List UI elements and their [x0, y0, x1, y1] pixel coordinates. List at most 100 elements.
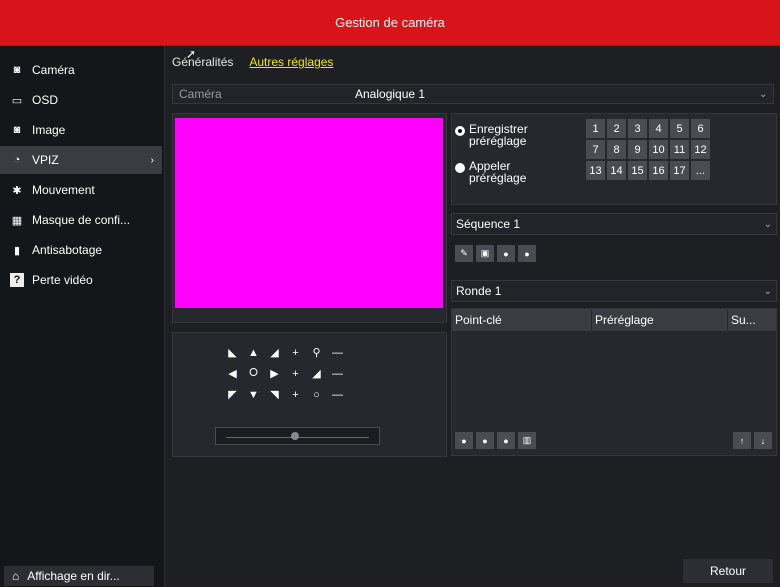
sidebar-item-label: Mouvement [32, 183, 95, 197]
ptz-controls: ◣ ▲ ◢ + ⚲ — ◀ ⭘ ▶ + ◢ — ◤ ▼ ◥ + ○ — [222, 342, 369, 405]
save-icon[interactable]: ▣ [476, 245, 494, 262]
video-preview [175, 118, 443, 308]
focus-plus-icon[interactable]: + [285, 363, 306, 384]
iris-plus-icon[interactable]: + [285, 384, 306, 405]
preset-number-button[interactable]: 7 [586, 140, 605, 159]
motion-icon: ✱ [12, 184, 22, 197]
sequence-select[interactable]: Séquence 1 ⌄ [451, 213, 777, 235]
record-preset-label: Enregistrer préréglage [469, 122, 528, 148]
column-preset[interactable]: Préréglage [592, 309, 728, 331]
privacy-mask-icon: ▦ [11, 214, 23, 227]
live-view-label: Affichage en dir... [27, 569, 120, 583]
sidebar-item-label: Antisabotage [32, 243, 103, 257]
settings-icon[interactable]: ● [476, 432, 494, 449]
sidebar-item-video-loss[interactable]: ? Perte vidéo [0, 266, 162, 294]
title-bar: Gestion de caméra [0, 0, 780, 46]
preset-number-button[interactable]: 17 [670, 161, 689, 180]
iris-minus-icon[interactable]: — [327, 384, 348, 405]
preset-number-button[interactable]: 1 [586, 119, 605, 138]
chevron-down-icon: ⌄ [759, 88, 768, 100]
zoom-icon: ⚲ [312, 347, 321, 359]
ptz-icon: ◔ [13, 154, 21, 166]
preset-more-button[interactable]: ... [691, 161, 710, 180]
preset-number-button[interactable]: 10 [649, 140, 668, 159]
sidebar: ◙ Caméra ▭ OSD ◙ Image ◔ VPIZ › ✱ Mouvem… [0, 46, 165, 587]
back-button[interactable]: Retour [683, 559, 773, 583]
preset-number-button[interactable]: 8 [607, 140, 626, 159]
order-toolbar: ↑ ↓ [733, 432, 772, 449]
sidebar-item-label: Perte vidéo [32, 273, 93, 287]
sequence-value: Séquence 1 [456, 217, 521, 231]
move-down-icon[interactable]: ↓ [754, 432, 772, 449]
sidebar-item-tamper[interactable]: ▮ Antisabotage [0, 236, 162, 264]
radio-selected-icon [455, 126, 465, 136]
sidebar-item-image[interactable]: ◙ Image [0, 116, 162, 144]
chevron-down-icon: ⌄ [763, 285, 772, 297]
play-tour-icon[interactable]: ● [497, 432, 515, 449]
tab-general[interactable]: Généralités [172, 55, 233, 73]
chevron-right-icon: › [150, 154, 154, 166]
preset-number-button[interactable]: 12 [691, 140, 710, 159]
preset-number-button[interactable]: 6 [691, 119, 710, 138]
radio-unselected-icon [455, 163, 465, 173]
arrow-up-left-icon[interactable]: ◣ [222, 342, 243, 363]
preset-number-button[interactable]: 15 [628, 161, 647, 180]
camera-value: Analogique 1 [355, 87, 426, 101]
speed-slider[interactable] [215, 427, 380, 445]
live-view-button[interactable]: ⌂ Affichage en dir... [4, 566, 154, 586]
sidebar-item-label: OSD [32, 93, 59, 107]
focus-icon: ◢ [312, 368, 321, 380]
sidebar-item-vpiz[interactable]: ◔ VPIZ › [0, 146, 162, 174]
video-loss-icon: ? [10, 273, 24, 287]
sidebar-item-label: Image [32, 123, 66, 137]
arrow-down-icon[interactable]: ▼ [243, 384, 264, 405]
play-icon[interactable]: ● [497, 245, 515, 262]
preset-number-button[interactable]: 16 [649, 161, 668, 180]
record-preset-radio[interactable]: Enregistrer préréglage [455, 123, 551, 147]
sidebar-item-motion[interactable]: ✱ Mouvement [0, 176, 162, 204]
tab-other-settings[interactable]: Autres réglages [249, 55, 333, 73]
preset-number-button[interactable]: 11 [670, 140, 689, 159]
focus-minus-icon[interactable]: — [327, 363, 348, 384]
preset-number-button[interactable]: 5 [670, 119, 689, 138]
preset-number-button[interactable]: 14 [607, 161, 626, 180]
tour-select[interactable]: Ronde 1 ⌄ [451, 280, 777, 302]
mouse-cursor-icon: ➚ [186, 47, 197, 61]
zoom-in-icon[interactable]: + [285, 342, 306, 363]
table-header: Point-clé Préréglage Su... [452, 309, 776, 331]
preset-number-button[interactable]: 9 [628, 140, 647, 159]
column-speed[interactable]: Su... [728, 309, 776, 331]
home-icon: ⌂ [12, 569, 20, 583]
sidebar-item-camera[interactable]: ◙ Caméra [0, 56, 162, 84]
preset-number-button[interactable]: 4 [649, 119, 668, 138]
arrow-up-icon[interactable]: ▲ [243, 342, 264, 363]
zoom-out-icon[interactable]: — [327, 342, 348, 363]
monitor-icon: ▭ [11, 94, 23, 107]
arrow-right-icon[interactable]: ▶ [264, 363, 285, 384]
arrow-down-right-icon[interactable]: ◥ [264, 384, 285, 405]
add-point-icon[interactable]: ● [455, 432, 473, 449]
tour-value: Ronde 1 [456, 284, 502, 298]
column-keypoint[interactable]: Point-clé [452, 309, 592, 331]
iris-icon: ○ [313, 388, 320, 401]
auto-scan-icon[interactable]: ⭘ [243, 363, 264, 384]
move-up-icon[interactable]: ↑ [733, 432, 751, 449]
arrow-left-icon[interactable]: ◀ [222, 363, 243, 384]
slider-knob[interactable] [291, 432, 299, 440]
delete-icon[interactable]: ▥ [518, 432, 536, 449]
stop-icon[interactable]: ● [518, 245, 536, 262]
preset-number-button[interactable]: 13 [586, 161, 605, 180]
camera-select[interactable]: Caméra Analogique 1 ⌄ [172, 84, 774, 104]
camera-label: Caméra [179, 87, 222, 101]
tour-toolbar: ● ● ● ▥ [455, 432, 536, 449]
sidebar-item-osd[interactable]: ▭ OSD [0, 86, 162, 114]
preset-number-button[interactable]: 3 [628, 119, 647, 138]
camera-icon: ◙ [13, 64, 21, 76]
preset-number-button[interactable]: 2 [607, 119, 626, 138]
edit-icon[interactable]: ✎ [455, 245, 473, 262]
arrow-up-right-icon[interactable]: ◢ [264, 342, 285, 363]
call-preset-radio[interactable]: Appeler préréglage [455, 160, 551, 184]
sidebar-item-label: Caméra [32, 63, 75, 77]
arrow-down-left-icon[interactable]: ◤ [222, 384, 243, 405]
sidebar-item-privacy-mask[interactable]: ▦ Masque de confi... [0, 206, 162, 234]
